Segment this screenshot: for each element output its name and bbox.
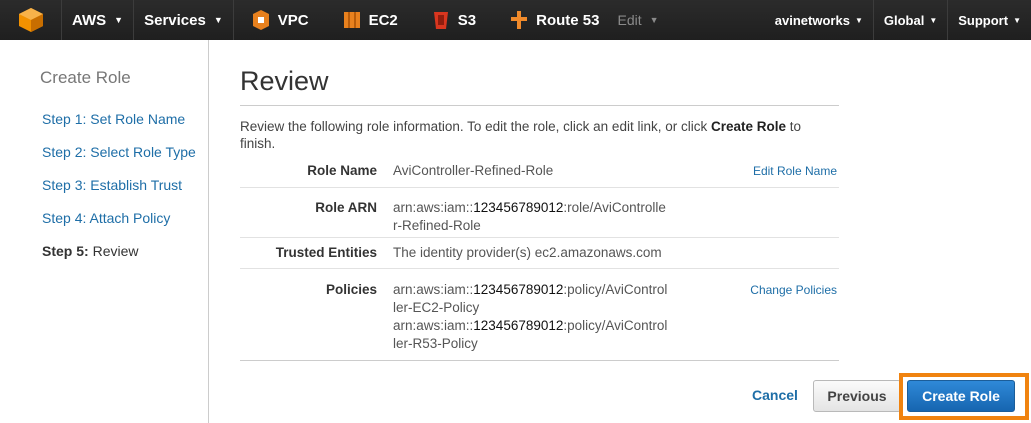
policy-2-line-2: ler-R53-Policy	[393, 336, 478, 351]
role-arn-label: Role ARN	[315, 200, 377, 215]
policies-label: Policies	[325, 282, 377, 297]
review-instructions: Review the following role information. T…	[240, 118, 840, 152]
services-menu-label: Services	[144, 11, 206, 29]
edit-role-name-link[interactable]: Edit Role Name	[753, 164, 837, 178]
chevron-down-icon: ▼	[213, 15, 223, 25]
services-menu[interactable]: Services ▼	[134, 0, 234, 40]
current-step-label: Review	[92, 243, 139, 259]
vpc-icon	[252, 10, 269, 30]
create-role-button[interactable]: Create Role	[907, 380, 1015, 412]
policy-1-line-2: ler-EC2-Policy	[393, 300, 480, 315]
account-id: 123456789012	[473, 282, 564, 297]
edit-label: Edit	[617, 12, 642, 28]
aws-logo-icon[interactable]	[0, 0, 62, 40]
page-title: Review	[240, 66, 329, 96]
role-arn-value: arn:aws:iam::123456789012:role/AviContro…	[393, 199, 693, 235]
step-attach-policy-link[interactable]: Step 4: Attach Policy	[42, 210, 170, 226]
step-review-current: Step 5: Review	[42, 243, 138, 259]
role-name-label: Role Name	[307, 163, 377, 178]
role-name-value: AviController-Refined-Role	[393, 163, 554, 178]
account-id: 123456789012	[473, 200, 564, 215]
intro-text: Review the following role information. T…	[240, 119, 711, 134]
shortcut-ec2[interactable]: EC2	[335, 0, 406, 40]
trusted-entities-label: Trusted Entities	[275, 245, 377, 260]
step-establish-trust-link[interactable]: Step 3: Establish Trust	[42, 177, 182, 193]
route53-icon	[511, 11, 528, 29]
shortcut-vpc-label: VPC	[277, 11, 309, 29]
intro-bold-text: Create Role	[710, 119, 786, 134]
change-policies-link[interactable]: Change Policies	[750, 283, 837, 297]
cancel-button[interactable]: Cancel	[752, 387, 798, 403]
previous-button[interactable]: Previous	[813, 380, 901, 412]
role-arn-line-1: arn:aws:iam::123456789012:role/AviContro…	[393, 199, 693, 217]
policies-value: arn:aws:iam::123456789012:policy/AviCont…	[393, 281, 693, 353]
arn-prefix: arn:aws:iam::	[393, 318, 474, 333]
region-menu[interactable]: Global ▼	[872, 0, 947, 40]
shortcut-s3[interactable]: S3	[424, 0, 484, 40]
s3-icon	[433, 12, 448, 29]
policy-2-line-1: arn:aws:iam::123456789012:policy/AviCont…	[393, 317, 693, 335]
account-menu[interactable]: avinetworks ▼	[765, 0, 873, 40]
policy-1-line-1: arn:aws:iam::123456789012:policy/AviCont…	[393, 281, 693, 299]
chevron-down-icon: ▼	[1013, 15, 1021, 25]
top-navigation-bar: AWS ▼ Services ▼ VPC EC2 S3 Route 53 Edi…	[0, 0, 1031, 40]
role-arn-line-2: r-Refined-Role	[393, 218, 481, 233]
shortcut-s3-label: S3	[457, 11, 477, 29]
support-menu[interactable]: Support ▼	[947, 0, 1031, 40]
support-label: Support	[958, 12, 1009, 28]
ec2-icon	[343, 12, 360, 28]
shortcut-vpc[interactable]: VPC	[244, 0, 317, 40]
chevron-down-icon: ▼	[929, 15, 938, 25]
arn-prefix: arn:aws:iam::	[393, 282, 474, 297]
aws-menu-label: AWS	[72, 11, 107, 29]
arn-prefix: arn:aws:iam::	[393, 200, 474, 215]
arn-rest: :policy/AviControl	[563, 318, 668, 333]
shortcut-route53[interactable]: Route 53	[502, 0, 607, 40]
account-id: 123456789012	[473, 318, 564, 333]
divider	[240, 105, 839, 106]
aws-menu[interactable]: AWS ▼	[62, 0, 135, 40]
shortcut-ec2-label: EC2	[368, 11, 398, 29]
chevron-down-icon: ▼	[649, 15, 659, 25]
region-label: Global	[883, 12, 925, 28]
row-divider	[240, 237, 839, 238]
wizard-title: Create Role	[40, 68, 131, 87]
account-label: avinetworks	[774, 12, 850, 28]
row-divider	[240, 268, 839, 269]
step-set-role-name-link[interactable]: Step 1: Set Role Name	[42, 111, 185, 127]
row-divider	[240, 187, 839, 188]
wizard-sidebar: Create Role Step 1: Set Role Name Step 2…	[0, 40, 209, 423]
chevron-down-icon: ▼	[854, 15, 863, 25]
edit-shortcuts-menu[interactable]: Edit ▼	[608, 0, 669, 40]
step-select-role-type-link[interactable]: Step 2: Select Role Type	[42, 144, 196, 160]
shortcut-route53-label: Route 53	[536, 11, 600, 29]
divider	[240, 360, 839, 361]
arn-rest: :policy/AviControl	[563, 282, 668, 297]
current-step-prefix: Step 5:	[42, 243, 89, 259]
arn-rest: :role/AviControlle	[563, 200, 666, 215]
trusted-entities-value: The identity provider(s) ec2.amazonaws.c…	[393, 245, 662, 260]
chevron-down-icon: ▼	[114, 15, 124, 25]
